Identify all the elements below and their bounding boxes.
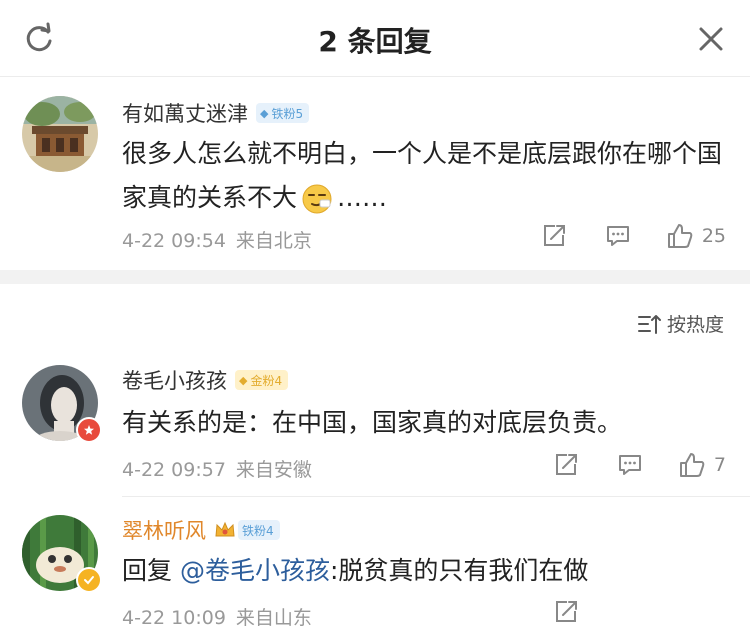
badge-label: 铁粉5 <box>271 106 304 121</box>
reply-date: 4-22 09:57 <box>122 459 226 481</box>
reply-body: :脱贫真的只有我们在做 <box>329 556 589 585</box>
mention-link[interactable]: @卷毛小孩孩 <box>180 556 330 585</box>
comment-icon[interactable] <box>598 223 638 249</box>
username[interactable]: 翠林听风 <box>122 515 206 545</box>
fan-badge: ◆ 金粉4 <box>235 370 289 390</box>
badge-label: 金粉4 <box>250 373 283 388</box>
badge-label: 铁粉4 <box>242 523 274 538</box>
username-row: 翠林听风 铁粉4 <box>122 515 280 545</box>
like-button[interactable]: 7 <box>678 451 726 479</box>
reply-date: 4-22 10:09 <box>122 607 226 629</box>
reply-meta: 4-22 09:57 来自安徽 <box>122 455 312 482</box>
reply-sheet: 2 条回复 有如萬丈迷津 ◆ 铁粉5 很多人怎么就不明白，一个人是不是底层跟你在… <box>0 0 750 630</box>
comment-meta: 4-22 09:54 来自北京 <box>122 226 312 253</box>
fan-badge: 铁粉4 <box>238 520 280 540</box>
smirk-emoji-icon <box>301 183 333 215</box>
reply-meta: 4-22 10:09 来自山东 <box>122 603 312 630</box>
reply-actions: 7 <box>546 451 726 479</box>
diamond-icon: ◆ <box>260 106 269 120</box>
reply-source: 来自山东 <box>235 607 312 629</box>
comment-text-main: 很多人怎么就不明白，一个人是不是底层跟你在哪个国家真的关系不大 <box>122 139 723 212</box>
comment-source: 来自北京 <box>235 230 312 252</box>
comment-icon[interactable] <box>610 452 650 478</box>
reply-divider <box>122 496 750 497</box>
close-icon[interactable] <box>694 22 728 56</box>
reply-actions <box>546 599 726 625</box>
username-row: 卷毛小孩孩 ◆ 金粉4 <box>122 365 289 395</box>
sort-button[interactable]: 按热度 <box>637 310 724 337</box>
username-row: 有如萬丈迷津 ◆ 铁粉5 <box>122 98 310 128</box>
like-count: 7 <box>713 454 726 476</box>
page-title: 2 条回复 <box>318 25 432 58</box>
comment-date: 4-22 09:54 <box>122 230 226 252</box>
repost-icon[interactable] <box>546 599 586 625</box>
thumbs-up-icon <box>667 224 693 248</box>
comment-text-tail: …… <box>337 183 388 212</box>
sort-icon <box>637 314 661 334</box>
repost-icon[interactable] <box>546 452 586 478</box>
section-divider <box>0 270 750 284</box>
username[interactable]: 有如萬丈迷津 <box>122 98 248 128</box>
username[interactable]: 卷毛小孩孩 <box>122 365 227 395</box>
sheet-header: 2 条回复 <box>0 0 750 77</box>
reply-item: 翠林听风 铁粉4 回复 @卷毛小孩孩:脱贫真的只有我们在做 4-22 10:09… <box>0 505 750 630</box>
verified-badge-icon <box>76 567 102 593</box>
comment-actions: 25 <box>534 222 726 250</box>
reply-source: 来自安徽 <box>235 459 312 481</box>
comment-text: 很多人怎么就不明白，一个人是不是底层跟你在哪个国家真的关系不大 …… <box>122 132 722 220</box>
diamond-icon: ◆ <box>239 373 248 387</box>
like-count: 25 <box>701 225 726 247</box>
root-comment: 有如萬丈迷津 ◆ 铁粉5 很多人怎么就不明白，一个人是不是底层跟你在哪个国家真的… <box>0 76 750 266</box>
avatar[interactable] <box>22 96 98 172</box>
crown-icon <box>214 520 236 540</box>
sort-label: 按热度 <box>666 314 724 336</box>
like-button[interactable]: 25 <box>666 222 726 250</box>
thumbs-up-icon <box>679 453 705 477</box>
fan-badge: ◆ 铁粉5 <box>256 103 310 123</box>
reply-prefix: 回复 <box>122 556 180 585</box>
repost-icon[interactable] <box>534 223 574 249</box>
reply-item: 卷毛小孩孩 ◆ 金粉4 有关系的是：在中国，国家真的对底层负责。 4-22 09… <box>0 355 750 495</box>
verified-badge-icon <box>76 417 102 443</box>
reply-text: 有关系的是：在中国，国家真的对底层负责。 <box>122 408 623 437</box>
reply-text: 回复 @卷毛小孩孩:脱贫真的只有我们在做 <box>122 549 722 593</box>
